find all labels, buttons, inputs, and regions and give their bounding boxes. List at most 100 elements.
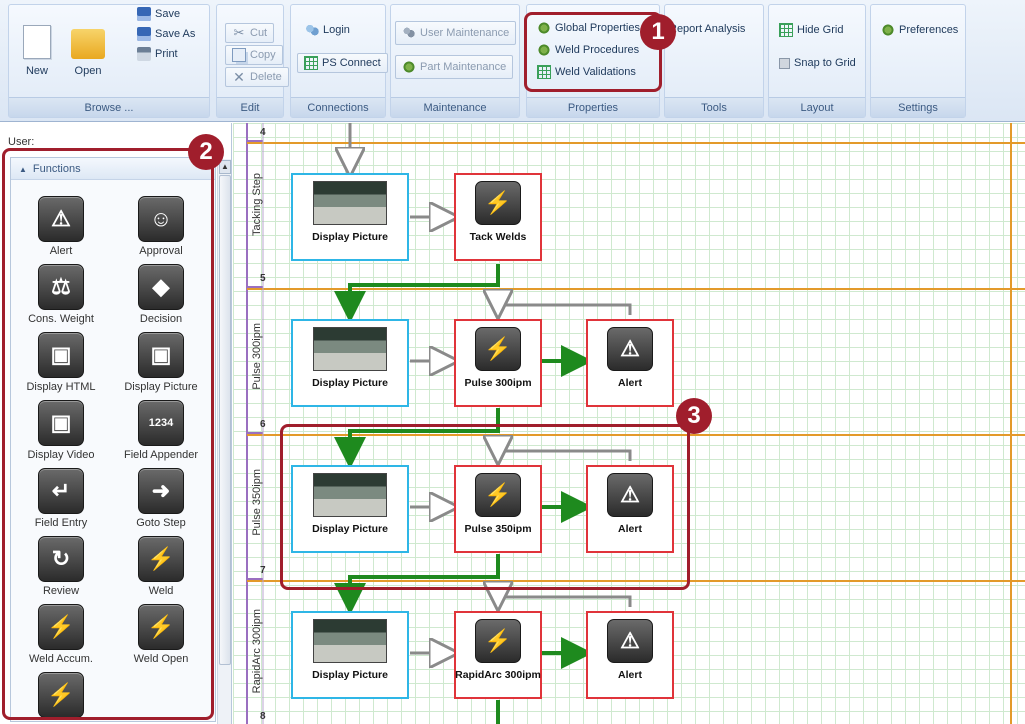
function-item[interactable]: ◆ Decision xyxy=(111,264,211,332)
node-alert[interactable]: ⚠ Alert xyxy=(586,611,674,699)
function-icon: ◆ xyxy=(138,264,184,310)
function-icon: ⚡ xyxy=(138,536,184,582)
save-icon xyxy=(137,7,151,21)
report-analysis-button[interactable]: Report Analysis xyxy=(669,23,745,35)
login-button[interactable]: Login xyxy=(305,23,350,37)
node-display-picture[interactable]: Display Picture xyxy=(291,173,409,261)
function-item[interactable]: ▣ Display HTML xyxy=(11,332,111,400)
function-item[interactable]: ↵ Field Entry xyxy=(11,468,111,536)
group-connections: Login PS Connect Connections xyxy=(290,4,388,118)
functions-header[interactable]: ▲ Functions xyxy=(11,158,215,180)
save-label: Save xyxy=(155,8,181,20)
group-label-browse: Browse ... xyxy=(9,97,209,117)
function-item[interactable]: ☺ Approval xyxy=(111,196,211,264)
delete-icon: ✕ xyxy=(233,69,245,85)
open-button[interactable]: Open xyxy=(71,25,105,77)
function-item[interactable]: ⚖ Cons. Weight xyxy=(11,264,111,332)
copy-icon xyxy=(232,48,246,62)
user-maintenance-label: User Maintenance xyxy=(420,27,510,39)
function-icon: ▣ xyxy=(138,332,184,378)
weld-validations-button[interactable]: Weld Validations xyxy=(537,65,636,79)
function-item[interactable]: ⚠ Alert xyxy=(11,196,111,264)
new-button[interactable]: New xyxy=(23,25,51,77)
folder-icon xyxy=(71,29,105,59)
lane-label-pulse-350: Pulse 350ipm xyxy=(251,469,263,536)
function-item[interactable]: ⚡ xyxy=(11,672,111,721)
snap-to-grid-checkbox[interactable]: Snap to Grid xyxy=(779,57,856,69)
node-rapidarc-300ipm[interactable]: ⚡ RapidArc 300ipm xyxy=(454,611,542,699)
weld-icon: ⚡ xyxy=(475,181,521,225)
group-label-connections: Connections xyxy=(291,97,385,117)
group-browse: New Open Save Save As Print Browse ... xyxy=(8,4,210,118)
node-label: RapidArc 300ipm xyxy=(455,669,541,681)
workflow-canvas[interactable]: 4 5 6 7 8 Tacking Step Pulse 300ipm Puls… xyxy=(233,123,1025,724)
node-label: Alert xyxy=(618,377,642,389)
global-properties-button[interactable]: Global Properties xyxy=(537,21,640,35)
function-item[interactable]: ↻ Review xyxy=(11,536,111,604)
function-item[interactable]: ⚡ Weld xyxy=(111,536,211,604)
weld-procedures-label: Weld Procedures xyxy=(555,44,640,56)
node-pulse-300ipm[interactable]: ⚡ Pulse 300ipm xyxy=(454,319,542,407)
function-item[interactable]: ➜ Goto Step xyxy=(111,468,211,536)
hide-grid-label: Hide Grid xyxy=(797,24,844,36)
hide-grid-button[interactable]: Hide Grid xyxy=(779,23,843,37)
ps-connect-button[interactable]: PS Connect xyxy=(297,53,388,73)
function-label: Field Appender xyxy=(124,449,198,461)
node-pulse-350ipm[interactable]: ⚡ Pulse 350ipm xyxy=(454,465,542,553)
function-label: Display Video xyxy=(27,449,95,461)
ps-connect-label: PS Connect xyxy=(322,57,381,69)
node-label: Display Picture xyxy=(312,523,388,535)
node-alert[interactable]: ⚠ Alert xyxy=(586,465,674,553)
save-as-button[interactable]: Save As xyxy=(137,27,195,41)
group-label-layout: Layout xyxy=(769,97,865,117)
node-label: Alert xyxy=(618,523,642,535)
node-display-picture[interactable]: Display Picture xyxy=(291,611,409,699)
node-display-picture[interactable]: Display Picture xyxy=(291,319,409,407)
function-item[interactable]: ⚡ Weld Open xyxy=(111,604,211,672)
left-panel: User: ▲ Functions ⚠ Alert ☺ Approval ⚖ Cons. W… xyxy=(0,123,232,724)
save-button[interactable]: Save xyxy=(137,7,180,21)
picture-thumbnail xyxy=(313,327,387,371)
lane-number: 8 xyxy=(260,711,266,722)
group-layout: Hide Grid Snap to Grid Layout xyxy=(768,4,866,118)
function-icon: ▣ xyxy=(38,400,84,446)
print-button[interactable]: Print xyxy=(137,47,178,61)
function-label: Decision xyxy=(139,313,183,325)
function-label: Field Entry xyxy=(34,517,88,529)
report-analysis-label: Report Analysis xyxy=(669,23,746,35)
alert-icon: ⚠ xyxy=(607,619,653,663)
group-label-edit: Edit xyxy=(217,97,283,117)
copy-button[interactable]: Copy xyxy=(225,45,283,65)
function-item[interactable]: ▣ Display Picture xyxy=(111,332,211,400)
group-label-maintenance: Maintenance xyxy=(391,97,519,117)
print-icon xyxy=(137,47,151,61)
function-item[interactable]: ⚡ Weld Accum. xyxy=(11,604,111,672)
login-label: Login xyxy=(323,24,350,36)
weld-procedures-button[interactable]: Weld Procedures xyxy=(537,43,639,57)
checkbox-icon xyxy=(779,57,790,69)
scroll-up-icon[interactable]: ▲ xyxy=(219,160,231,174)
part-maintenance-button[interactable]: Part Maintenance xyxy=(395,55,514,79)
function-item[interactable]: 1234 Field Appender xyxy=(111,400,211,468)
network-icon xyxy=(305,23,319,37)
user-maintenance-button[interactable]: User Maintenance xyxy=(395,21,517,45)
group-settings: Preferences Settings xyxy=(870,4,966,118)
preferences-button[interactable]: Preferences xyxy=(881,23,958,37)
lane-number: 6 xyxy=(260,419,266,430)
group-label-properties: Properties xyxy=(527,97,659,117)
node-alert[interactable]: ⚠ Alert xyxy=(586,319,674,407)
function-item[interactable]: ▣ Display Video xyxy=(11,400,111,468)
node-display-picture[interactable]: Display Picture xyxy=(291,465,409,553)
weld-validations-label: Weld Validations xyxy=(555,66,636,78)
node-tack-welds[interactable]: ⚡ Tack Welds xyxy=(454,173,542,261)
user-label: User: xyxy=(8,136,35,148)
node-label: Alert xyxy=(618,669,642,681)
scroll-thumb[interactable] xyxy=(219,175,231,665)
picture-thumbnail xyxy=(313,619,387,663)
delete-button[interactable]: ✕ Delete xyxy=(225,67,289,87)
functions-panel: ▲ Functions ⚠ Alert ☺ Approval ⚖ Cons. Weight ◆… xyxy=(10,157,216,722)
cut-button[interactable]: ✂ Cut xyxy=(225,23,275,43)
functions-scrollbar[interactable]: ▲ ▼ xyxy=(217,159,231,724)
function-icon: 1234 xyxy=(138,400,184,446)
function-icon: ⚠ xyxy=(38,196,84,242)
